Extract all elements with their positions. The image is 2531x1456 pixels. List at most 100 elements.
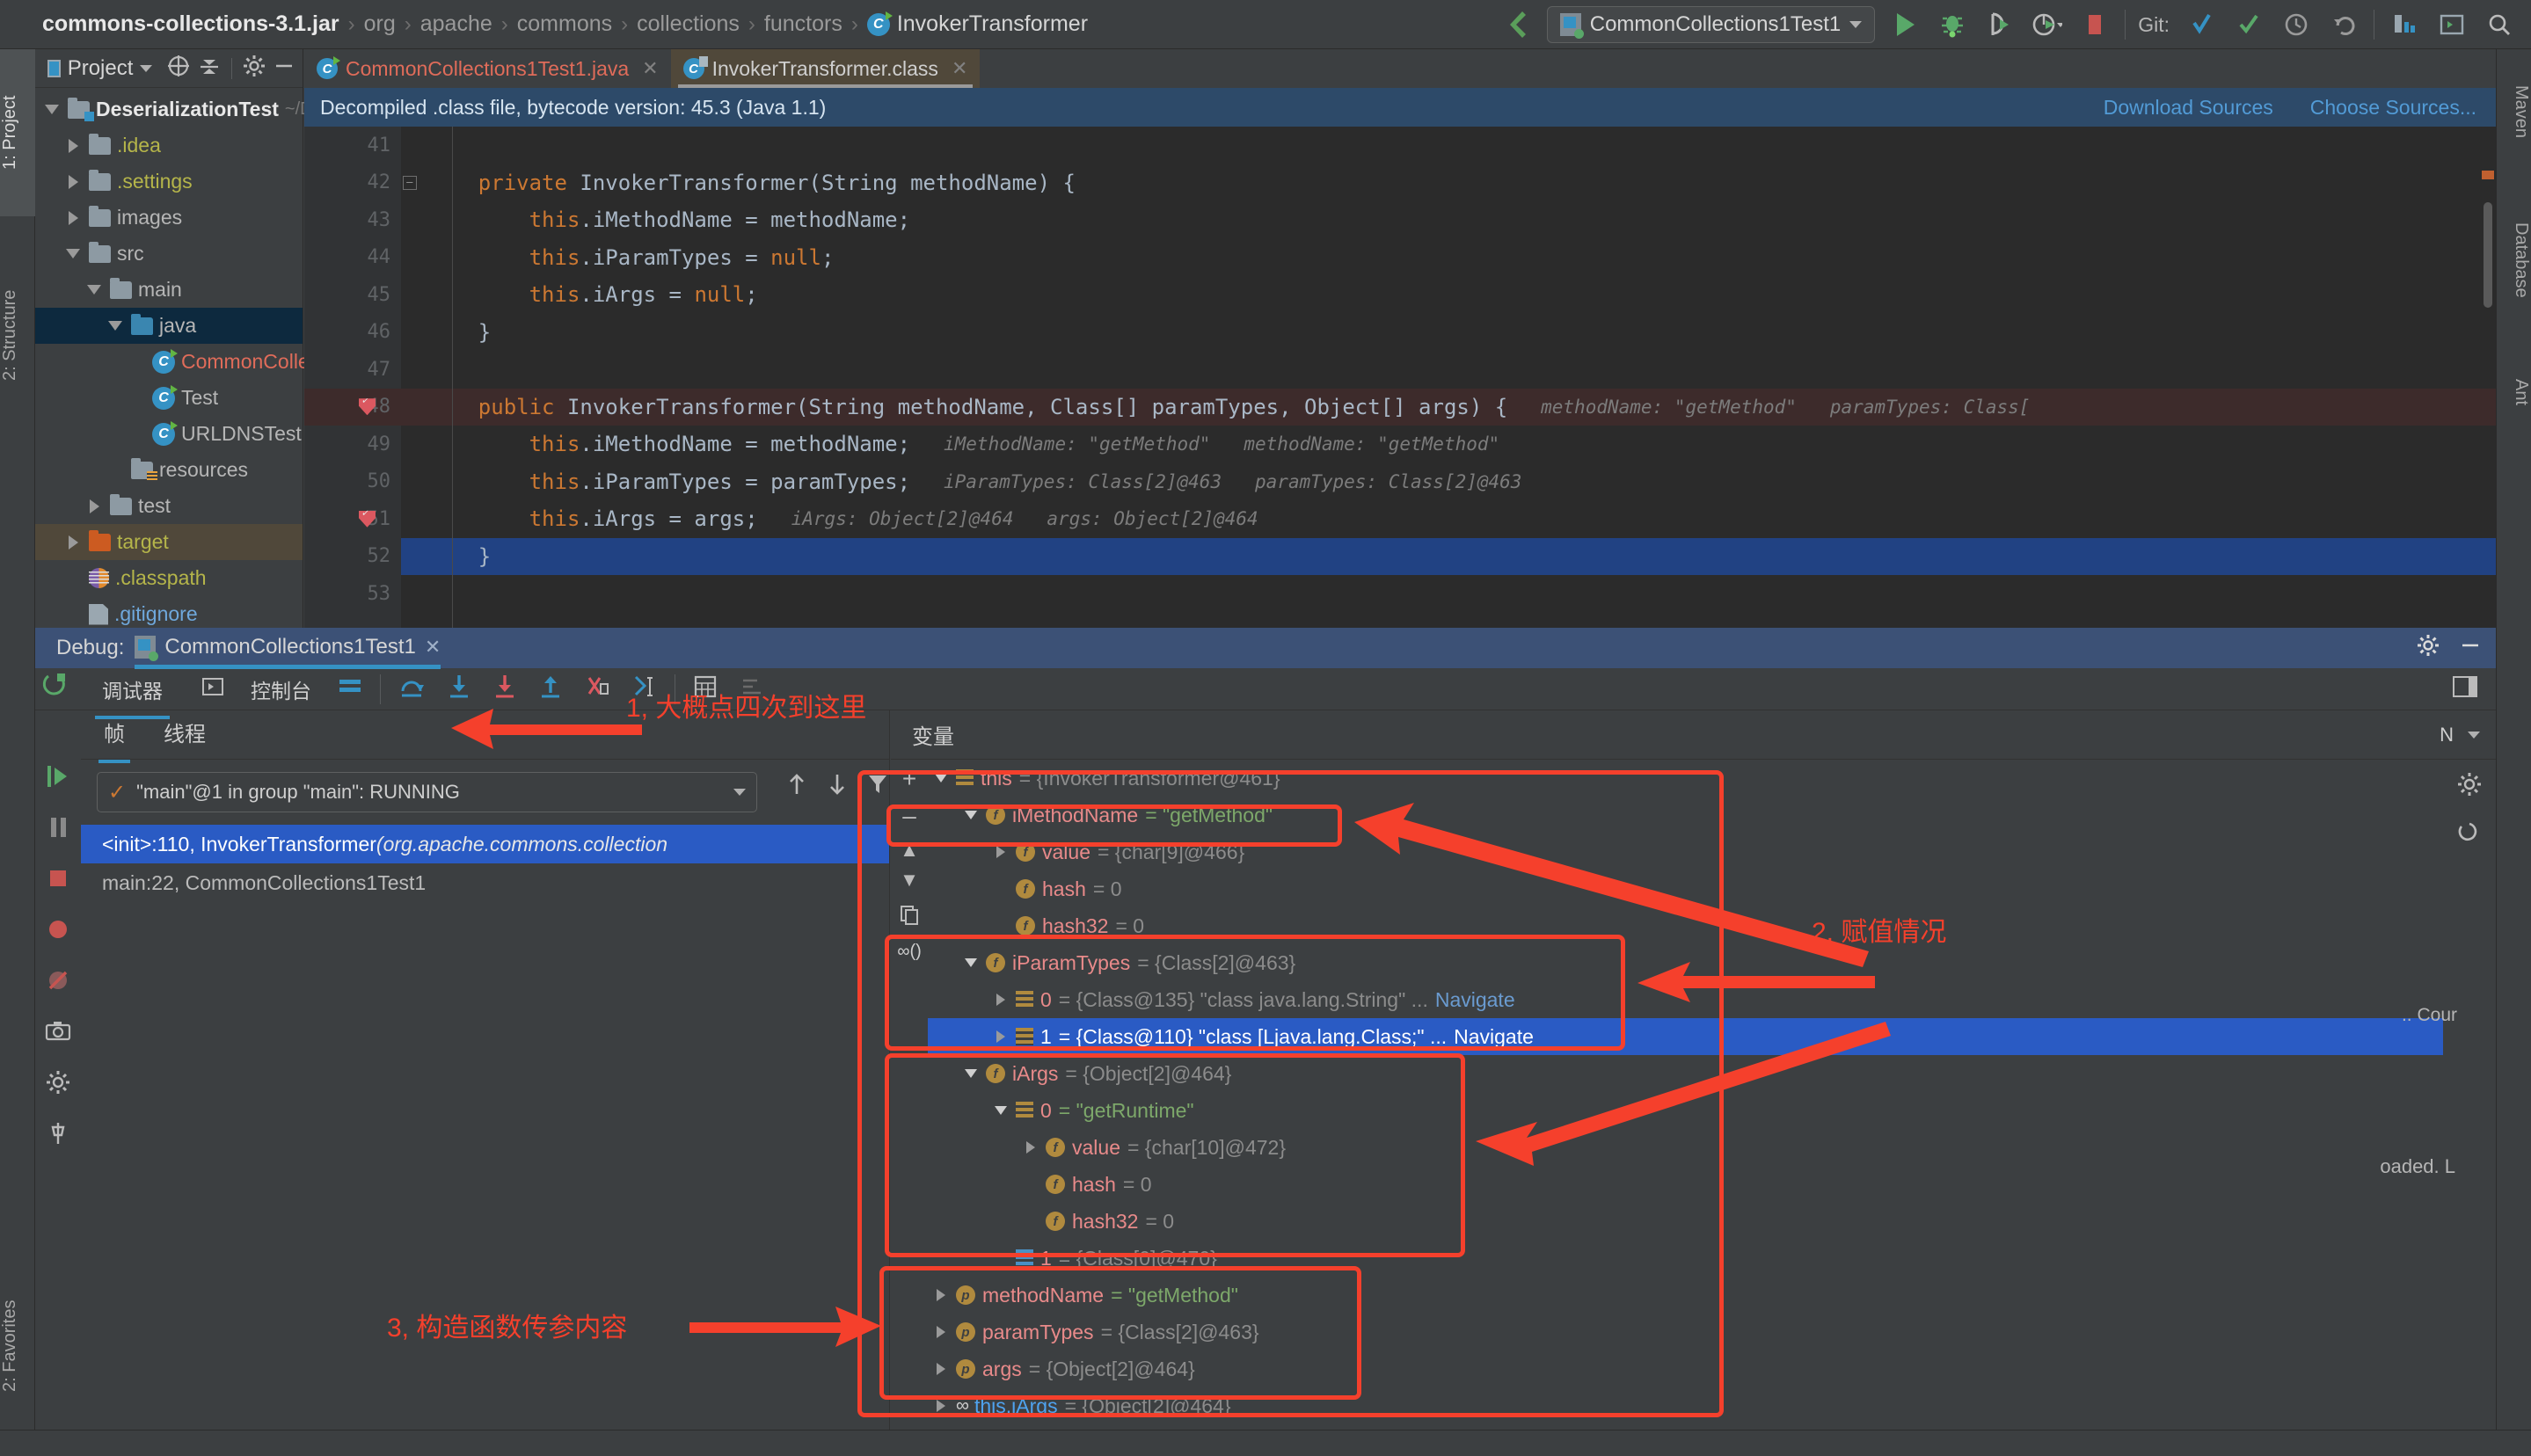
code-line[interactable]: } <box>401 314 2496 352</box>
run-configuration-selector[interactable]: CommonCollections1Test1 <box>1546 6 1876 43</box>
terminal-icon[interactable] <box>2434 7 2469 42</box>
step-out-icon[interactable] <box>539 673 562 704</box>
settings-icon[interactable] <box>35 1057 81 1108</box>
settings-layout-icon[interactable] <box>2452 674 2478 703</box>
project-tree-item[interactable]: src <box>35 236 303 272</box>
breakpoint-icon[interactable] <box>359 398 376 416</box>
expand-arrow-icon[interactable] <box>993 846 1009 858</box>
editor-gutter[interactable]: 4142–434445464748–4950515253 <box>304 127 417 628</box>
breadcrumb-item-apache[interactable]: apache <box>412 11 501 37</box>
gear-icon[interactable] <box>2417 634 2440 663</box>
breadcrumb-item-functors[interactable]: functors <box>755 11 851 37</box>
back-arrow-icon[interactable] <box>1499 7 1535 42</box>
debug-button[interactable] <box>1935 7 1970 42</box>
force-step-into-icon[interactable] <box>493 673 516 704</box>
sidebar-item-maven[interactable]: Maven <box>2496 55 2531 169</box>
stop-button[interactable] <box>2077 7 2112 42</box>
drop-frame-icon[interactable] <box>585 673 609 704</box>
code-line[interactable]: public InvokerTransformer(String methodN… <box>401 388 2496 426</box>
run-to-cursor-icon[interactable] <box>632 673 657 704</box>
project-tree-item[interactable]: .settings <box>35 164 303 200</box>
expand-arrow-icon[interactable] <box>63 535 83 550</box>
sidebar-item-project[interactable]: 1: Project <box>0 49 35 216</box>
variables-tree[interactable]: this = {InvokerTransformer@461} f iMethodN… <box>928 760 2443 1430</box>
watch-expression-icon[interactable]: ∞() <box>891 929 928 962</box>
gutter-line[interactable]: 42– <box>304 164 417 202</box>
variable-row[interactable]: f iMethodName = "getMethod" <box>928 797 2443 834</box>
view-breakpoints-icon[interactable] <box>35 904 81 955</box>
close-icon[interactable]: ✕ <box>425 636 441 659</box>
expand-arrow-icon[interactable] <box>933 1400 949 1412</box>
variable-row[interactable]: f hash = 0 <box>928 870 2443 907</box>
gutter-line[interactable]: 49 <box>304 426 401 463</box>
variable-row[interactable]: ∞ this.iArgs = {Object[2]@464} <box>928 1387 2443 1424</box>
expand-arrow-icon[interactable] <box>84 499 104 513</box>
gutter-line[interactable]: 44 <box>304 239 401 277</box>
expand-arrow-icon[interactable] <box>1023 1141 1039 1154</box>
project-tree-item[interactable]: C CommonCollections1Test1 <box>35 344 422 380</box>
project-tree-item[interactable]: .gitignore <box>35 596 303 632</box>
layout-icon[interactable] <box>338 675 362 703</box>
code-line[interactable]: this.iArgs = args; iArgs: Object[2]@464 … <box>401 500 2496 538</box>
rerun-debug-icon[interactable] <box>42 673 69 705</box>
gutter-line[interactable]: 50 <box>304 463 401 501</box>
git-history-icon[interactable] <box>2279 7 2314 42</box>
code-line[interactable]: this.iMethodName = methodName; iMethodNa… <box>401 426 2496 463</box>
thread-selector[interactable]: ✓ "main"@1 in group "main": RUNNING <box>97 772 757 812</box>
git-rollback-icon[interactable] <box>2326 7 2361 42</box>
breadcrumb-item-jar[interactable]: commons-collections-3.1.jar <box>33 11 348 37</box>
collapse-arrow-icon[interactable] <box>963 811 979 819</box>
variable-row[interactable]: f value = {char[9]@466} <box>928 834 2443 870</box>
resume-program-icon[interactable] <box>35 751 81 802</box>
variable-row[interactable]: this = {InvokerTransformer@461} <box>928 760 2443 797</box>
add-watch-icon[interactable]: + <box>891 760 928 793</box>
code-line[interactable] <box>401 575 2496 613</box>
variable-row[interactable]: f value = {char[10]@472} <box>928 1129 2443 1166</box>
variable-row[interactable]: f hash32 = 0 <box>928 907 2443 944</box>
gutter-line[interactable]: 45 <box>304 276 401 314</box>
variable-row[interactable]: 0 = {Class@135} "class java.lang.String"… <box>928 981 2443 1018</box>
call-stack-frame[interactable]: main:22, CommonCollections1Test1 <box>81 863 889 902</box>
variable-row[interactable]: f hash = 0 <box>928 1166 2443 1203</box>
project-tree-item[interactable]: target <box>35 524 303 560</box>
variable-row[interactable]: 1 = {Class[0]@470} <box>928 1240 2443 1277</box>
download-sources-link[interactable]: Download Sources <box>2104 96 2273 120</box>
expand-arrow-icon[interactable] <box>933 1289 949 1301</box>
code-line[interactable]: } <box>401 537 2496 575</box>
collapse-all-icon[interactable] <box>198 54 221 83</box>
gutter-line[interactable]: 53 <box>304 575 401 613</box>
sidebar-item-favorites[interactable]: 2: Favorites <box>0 1236 35 1456</box>
sidebar-item-structure[interactable]: 2: Structure <box>0 234 35 436</box>
expand-arrow-icon[interactable] <box>63 210 83 225</box>
project-tree-item[interactable]: resources <box>35 452 303 488</box>
project-tree-item[interactable]: images <box>35 200 303 236</box>
code-viewport[interactable]: 4142–434445464748–4950515253 private Inv… <box>304 127 2496 628</box>
tab-debugger[interactable]: 调试器 <box>95 669 170 719</box>
variable-row[interactable]: f hash32 = 0 <box>928 1203 2443 1240</box>
gutter-line[interactable]: 48– <box>304 388 417 426</box>
hide-panel-icon[interactable] <box>273 55 295 82</box>
collapse-arrow-icon[interactable] <box>106 321 125 331</box>
remove-watch-icon[interactable]: – <box>891 793 928 830</box>
structure-icon[interactable] <box>2387 7 2422 42</box>
gutter-line[interactable]: 47 <box>304 351 401 389</box>
chevron-down-icon[interactable] <box>140 64 153 72</box>
call-stack-frame[interactable]: <init>:110, InvokerTransformer (org.apac… <box>81 825 889 863</box>
breadcrumb-item-class[interactable]: C InvokerTransformer <box>858 11 1097 37</box>
expand-arrow-icon[interactable] <box>63 138 83 153</box>
code-line[interactable]: this.iMethodName = methodName; <box>401 201 2496 239</box>
variable-row[interactable]: p args = {Object[2]@464} <box>928 1350 2443 1387</box>
variable-row[interactable]: f iParamTypes = {Class[2]@463} <box>928 944 2443 981</box>
variable-row[interactable]: p methodName = "getMethod" <box>928 1277 2443 1314</box>
code-line[interactable]: this.iArgs = null; <box>401 276 2496 314</box>
sort-values-icon[interactable] <box>740 674 765 703</box>
collapse-arrow-icon[interactable] <box>84 285 104 295</box>
tab-threads[interactable]: 线程 <box>164 717 206 753</box>
step-over-icon[interactable] <box>398 673 425 704</box>
step-into-icon[interactable] <box>448 673 470 704</box>
dock-settings-icon[interactable] <box>2443 760 2496 809</box>
breadcrumb-item-org[interactable]: org <box>355 11 405 37</box>
code-line[interactable] <box>401 351 2496 389</box>
gutter-line[interactable]: 41 <box>304 127 401 164</box>
frame-down-icon[interactable] <box>826 771 849 802</box>
